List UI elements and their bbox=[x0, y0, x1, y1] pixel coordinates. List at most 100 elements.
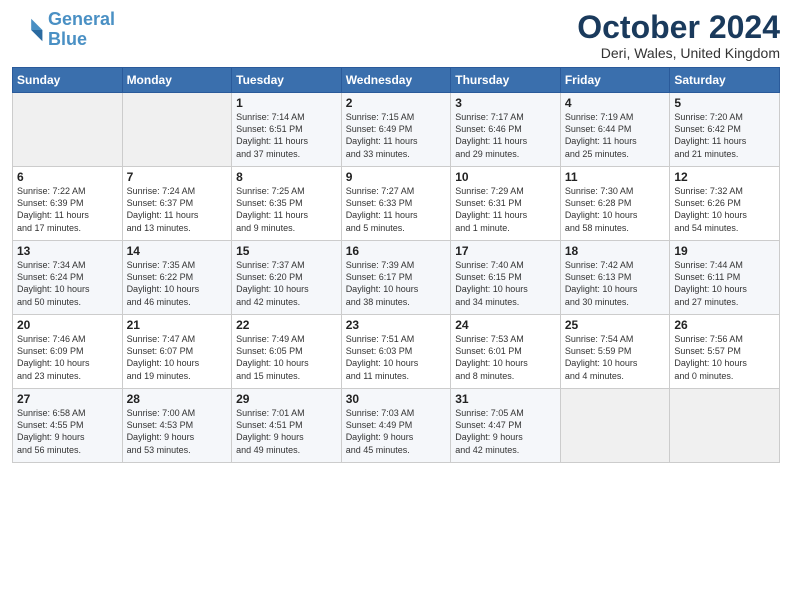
cal-cell: 9Sunrise: 7:27 AM Sunset: 6:33 PM Daylig… bbox=[341, 167, 451, 241]
day-info: Sunrise: 7:37 AM Sunset: 6:20 PM Dayligh… bbox=[236, 259, 337, 308]
cal-cell: 16Sunrise: 7:39 AM Sunset: 6:17 PM Dayli… bbox=[341, 241, 451, 315]
day-info: Sunrise: 7:30 AM Sunset: 6:28 PM Dayligh… bbox=[565, 185, 666, 234]
day-info: Sunrise: 7:54 AM Sunset: 5:59 PM Dayligh… bbox=[565, 333, 666, 382]
day-number: 29 bbox=[236, 392, 337, 406]
week-row-3: 20Sunrise: 7:46 AM Sunset: 6:09 PM Dayli… bbox=[13, 315, 780, 389]
day-number: 16 bbox=[346, 244, 447, 258]
day-info: Sunrise: 7:00 AM Sunset: 4:53 PM Dayligh… bbox=[127, 407, 228, 456]
cal-cell: 2Sunrise: 7:15 AM Sunset: 6:49 PM Daylig… bbox=[341, 93, 451, 167]
day-number: 19 bbox=[674, 244, 775, 258]
day-info: Sunrise: 7:22 AM Sunset: 6:39 PM Dayligh… bbox=[17, 185, 118, 234]
day-info: Sunrise: 7:05 AM Sunset: 4:47 PM Dayligh… bbox=[455, 407, 556, 456]
cal-cell: 25Sunrise: 7:54 AM Sunset: 5:59 PM Dayli… bbox=[560, 315, 670, 389]
day-number: 23 bbox=[346, 318, 447, 332]
cal-cell: 10Sunrise: 7:29 AM Sunset: 6:31 PM Dayli… bbox=[451, 167, 561, 241]
day-number: 10 bbox=[455, 170, 556, 184]
day-number: 6 bbox=[17, 170, 118, 184]
cal-cell: 24Sunrise: 7:53 AM Sunset: 6:01 PM Dayli… bbox=[451, 315, 561, 389]
page: General Blue October 2024 Deri, Wales, U… bbox=[0, 0, 792, 612]
cal-cell: 27Sunrise: 6:58 AM Sunset: 4:55 PM Dayli… bbox=[13, 389, 123, 463]
day-info: Sunrise: 7:03 AM Sunset: 4:49 PM Dayligh… bbox=[346, 407, 447, 456]
cal-cell bbox=[670, 389, 780, 463]
day-info: Sunrise: 7:15 AM Sunset: 6:49 PM Dayligh… bbox=[346, 111, 447, 160]
cal-cell: 8Sunrise: 7:25 AM Sunset: 6:35 PM Daylig… bbox=[232, 167, 342, 241]
cal-cell: 28Sunrise: 7:00 AM Sunset: 4:53 PM Dayli… bbox=[122, 389, 232, 463]
title-block: October 2024 Deri, Wales, United Kingdom bbox=[577, 10, 780, 61]
day-info: Sunrise: 7:14 AM Sunset: 6:51 PM Dayligh… bbox=[236, 111, 337, 160]
day-info: Sunrise: 7:32 AM Sunset: 6:26 PM Dayligh… bbox=[674, 185, 775, 234]
day-number: 22 bbox=[236, 318, 337, 332]
cal-cell: 29Sunrise: 7:01 AM Sunset: 4:51 PM Dayli… bbox=[232, 389, 342, 463]
day-info: Sunrise: 7:34 AM Sunset: 6:24 PM Dayligh… bbox=[17, 259, 118, 308]
cal-cell: 3Sunrise: 7:17 AM Sunset: 6:46 PM Daylig… bbox=[451, 93, 561, 167]
logo-line2: Blue bbox=[48, 29, 87, 49]
day-number: 20 bbox=[17, 318, 118, 332]
day-number: 13 bbox=[17, 244, 118, 258]
cal-cell: 15Sunrise: 7:37 AM Sunset: 6:20 PM Dayli… bbox=[232, 241, 342, 315]
cal-cell: 30Sunrise: 7:03 AM Sunset: 4:49 PM Dayli… bbox=[341, 389, 451, 463]
day-info: Sunrise: 7:01 AM Sunset: 4:51 PM Dayligh… bbox=[236, 407, 337, 456]
cal-cell: 31Sunrise: 7:05 AM Sunset: 4:47 PM Dayli… bbox=[451, 389, 561, 463]
logo-text: General Blue bbox=[48, 10, 115, 50]
col-header-wednesday: Wednesday bbox=[341, 68, 451, 93]
cal-cell bbox=[13, 93, 123, 167]
cal-cell bbox=[122, 93, 232, 167]
location: Deri, Wales, United Kingdom bbox=[577, 45, 780, 61]
day-number: 26 bbox=[674, 318, 775, 332]
cal-cell: 6Sunrise: 7:22 AM Sunset: 6:39 PM Daylig… bbox=[13, 167, 123, 241]
logo: General Blue bbox=[12, 10, 115, 50]
day-number: 17 bbox=[455, 244, 556, 258]
month-title: October 2024 bbox=[577, 10, 780, 45]
cal-cell: 19Sunrise: 7:44 AM Sunset: 6:11 PM Dayli… bbox=[670, 241, 780, 315]
cal-cell: 5Sunrise: 7:20 AM Sunset: 6:42 PM Daylig… bbox=[670, 93, 780, 167]
day-number: 27 bbox=[17, 392, 118, 406]
logo-icon bbox=[12, 14, 44, 46]
day-info: Sunrise: 7:19 AM Sunset: 6:44 PM Dayligh… bbox=[565, 111, 666, 160]
col-header-tuesday: Tuesday bbox=[232, 68, 342, 93]
cal-cell: 14Sunrise: 7:35 AM Sunset: 6:22 PM Dayli… bbox=[122, 241, 232, 315]
day-info: Sunrise: 7:39 AM Sunset: 6:17 PM Dayligh… bbox=[346, 259, 447, 308]
day-number: 3 bbox=[455, 96, 556, 110]
cal-cell: 22Sunrise: 7:49 AM Sunset: 6:05 PM Dayli… bbox=[232, 315, 342, 389]
day-number: 24 bbox=[455, 318, 556, 332]
day-number: 8 bbox=[236, 170, 337, 184]
header-row: SundayMondayTuesdayWednesdayThursdayFrid… bbox=[13, 68, 780, 93]
cal-cell: 18Sunrise: 7:42 AM Sunset: 6:13 PM Dayli… bbox=[560, 241, 670, 315]
day-info: Sunrise: 7:24 AM Sunset: 6:37 PM Dayligh… bbox=[127, 185, 228, 234]
day-number: 11 bbox=[565, 170, 666, 184]
day-info: Sunrise: 7:51 AM Sunset: 6:03 PM Dayligh… bbox=[346, 333, 447, 382]
cal-cell: 21Sunrise: 7:47 AM Sunset: 6:07 PM Dayli… bbox=[122, 315, 232, 389]
cal-cell: 17Sunrise: 7:40 AM Sunset: 6:15 PM Dayli… bbox=[451, 241, 561, 315]
cal-cell: 7Sunrise: 7:24 AM Sunset: 6:37 PM Daylig… bbox=[122, 167, 232, 241]
week-row-4: 27Sunrise: 6:58 AM Sunset: 4:55 PM Dayli… bbox=[13, 389, 780, 463]
day-number: 14 bbox=[127, 244, 228, 258]
day-info: Sunrise: 7:17 AM Sunset: 6:46 PM Dayligh… bbox=[455, 111, 556, 160]
day-number: 9 bbox=[346, 170, 447, 184]
day-info: Sunrise: 7:40 AM Sunset: 6:15 PM Dayligh… bbox=[455, 259, 556, 308]
day-number: 1 bbox=[236, 96, 337, 110]
logo-line1: General bbox=[48, 9, 115, 29]
col-header-friday: Friday bbox=[560, 68, 670, 93]
cal-cell: 20Sunrise: 7:46 AM Sunset: 6:09 PM Dayli… bbox=[13, 315, 123, 389]
week-row-1: 6Sunrise: 7:22 AM Sunset: 6:39 PM Daylig… bbox=[13, 167, 780, 241]
cal-cell: 23Sunrise: 7:51 AM Sunset: 6:03 PM Dayli… bbox=[341, 315, 451, 389]
day-info: Sunrise: 7:29 AM Sunset: 6:31 PM Dayligh… bbox=[455, 185, 556, 234]
week-row-2: 13Sunrise: 7:34 AM Sunset: 6:24 PM Dayli… bbox=[13, 241, 780, 315]
cal-cell: 26Sunrise: 7:56 AM Sunset: 5:57 PM Dayli… bbox=[670, 315, 780, 389]
day-info: Sunrise: 7:46 AM Sunset: 6:09 PM Dayligh… bbox=[17, 333, 118, 382]
day-number: 2 bbox=[346, 96, 447, 110]
day-number: 15 bbox=[236, 244, 337, 258]
cal-cell: 12Sunrise: 7:32 AM Sunset: 6:26 PM Dayli… bbox=[670, 167, 780, 241]
day-number: 4 bbox=[565, 96, 666, 110]
day-info: Sunrise: 7:27 AM Sunset: 6:33 PM Dayligh… bbox=[346, 185, 447, 234]
day-info: Sunrise: 7:42 AM Sunset: 6:13 PM Dayligh… bbox=[565, 259, 666, 308]
week-row-0: 1Sunrise: 7:14 AM Sunset: 6:51 PM Daylig… bbox=[13, 93, 780, 167]
cal-cell: 4Sunrise: 7:19 AM Sunset: 6:44 PM Daylig… bbox=[560, 93, 670, 167]
cal-cell: 1Sunrise: 7:14 AM Sunset: 6:51 PM Daylig… bbox=[232, 93, 342, 167]
day-number: 21 bbox=[127, 318, 228, 332]
day-info: Sunrise: 7:53 AM Sunset: 6:01 PM Dayligh… bbox=[455, 333, 556, 382]
calendar-table: SundayMondayTuesdayWednesdayThursdayFrid… bbox=[12, 67, 780, 463]
day-info: Sunrise: 7:49 AM Sunset: 6:05 PM Dayligh… bbox=[236, 333, 337, 382]
day-number: 18 bbox=[565, 244, 666, 258]
day-number: 25 bbox=[565, 318, 666, 332]
